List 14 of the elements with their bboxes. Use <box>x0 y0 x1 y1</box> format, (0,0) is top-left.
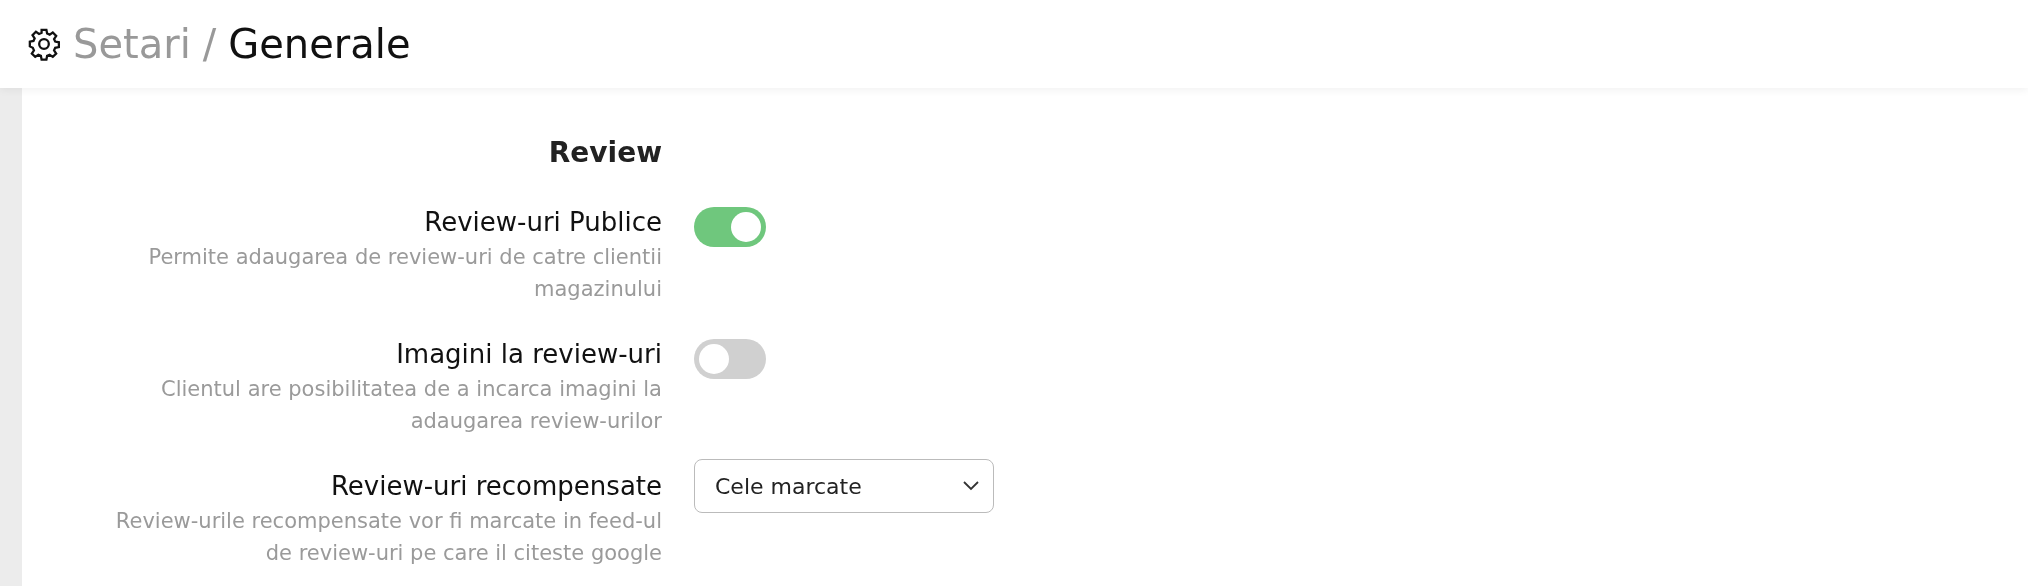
setting-description: Clientul are posibilitatea de a incarca imagini la adaugarea review-urilor <box>160 376 662 435</box>
settings-icon <box>27 27 61 61</box>
chevron-down-icon <box>963 481 979 491</box>
setting-description: Permite adaugarea de review-uri de catre clientii magazinului <box>147 244 662 303</box>
setting-label: Review-uri recompensate <box>330 471 662 501</box>
section-title: Review <box>547 136 662 169</box>
setting-label: Review-uri Publice <box>424 207 662 237</box>
setting-description: Review-urile recompensate vor fi marcate in feed-ul de review-uri pe care il citeste google <box>114 508 662 567</box>
breadcrumb-separator: / <box>202 21 217 67</box>
dropdown-select[interactable]: Cele marcate <box>694 459 994 513</box>
toggle-switch[interactable] <box>694 207 766 247</box>
toggle-switch[interactable] <box>694 339 766 379</box>
page-title: Generale <box>228 21 411 67</box>
setting-label: Imagini la review-uri <box>396 339 662 369</box>
